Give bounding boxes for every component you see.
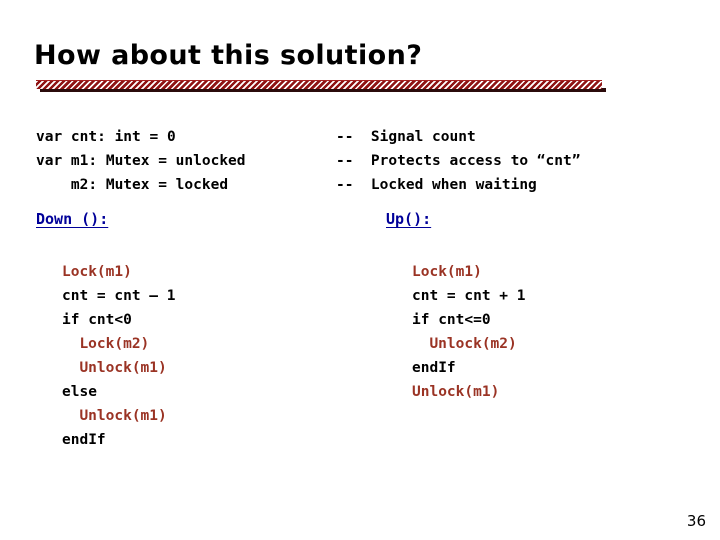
slide-canvas: How about this solution? var cnt: int = … (0, 0, 720, 540)
code-line: Unlock(m2) (429, 336, 517, 352)
code-line: Lock(m2) (79, 336, 150, 352)
page-number: 36 (686, 512, 706, 530)
procedure-heading-down[interactable]: Down (): (36, 210, 108, 228)
title-divider (36, 80, 606, 93)
code-line: endIf (62, 432, 106, 448)
procedure-body-up: Lock(m1) cnt = cnt + 1 if cnt<=0 Unlock(m2)… (412, 260, 526, 404)
procedure-heading-up[interactable]: Up(): (386, 210, 431, 228)
code-line: cnt = cnt – 1 (62, 288, 176, 304)
divider-bar (36, 80, 602, 89)
code-line: Unlock(m1) (79, 360, 167, 376)
declarations-left: var cnt: int = 0 var m1: Mutex = unlocke… (36, 128, 246, 193)
declarations-comments: -- Signal count -- Protects access to “c… (336, 128, 581, 193)
code-line: cnt = cnt + 1 (412, 288, 526, 304)
code-line: else (62, 384, 97, 400)
code-line: Unlock(m1) (412, 384, 500, 400)
page-title: How about this solution? (34, 40, 423, 71)
code-line: Lock(m1) (412, 264, 482, 280)
procedure-body-down: Lock(m1) cnt = cnt – 1 if cnt<0 Lock(m2) Unl… (62, 260, 176, 452)
code-line: Lock(m1) (62, 264, 132, 280)
code-line: endIf (412, 360, 456, 376)
code-line: if cnt<=0 (412, 312, 491, 328)
code-line: Unlock(m1) (79, 408, 167, 424)
code-line: if cnt<0 (62, 312, 132, 328)
